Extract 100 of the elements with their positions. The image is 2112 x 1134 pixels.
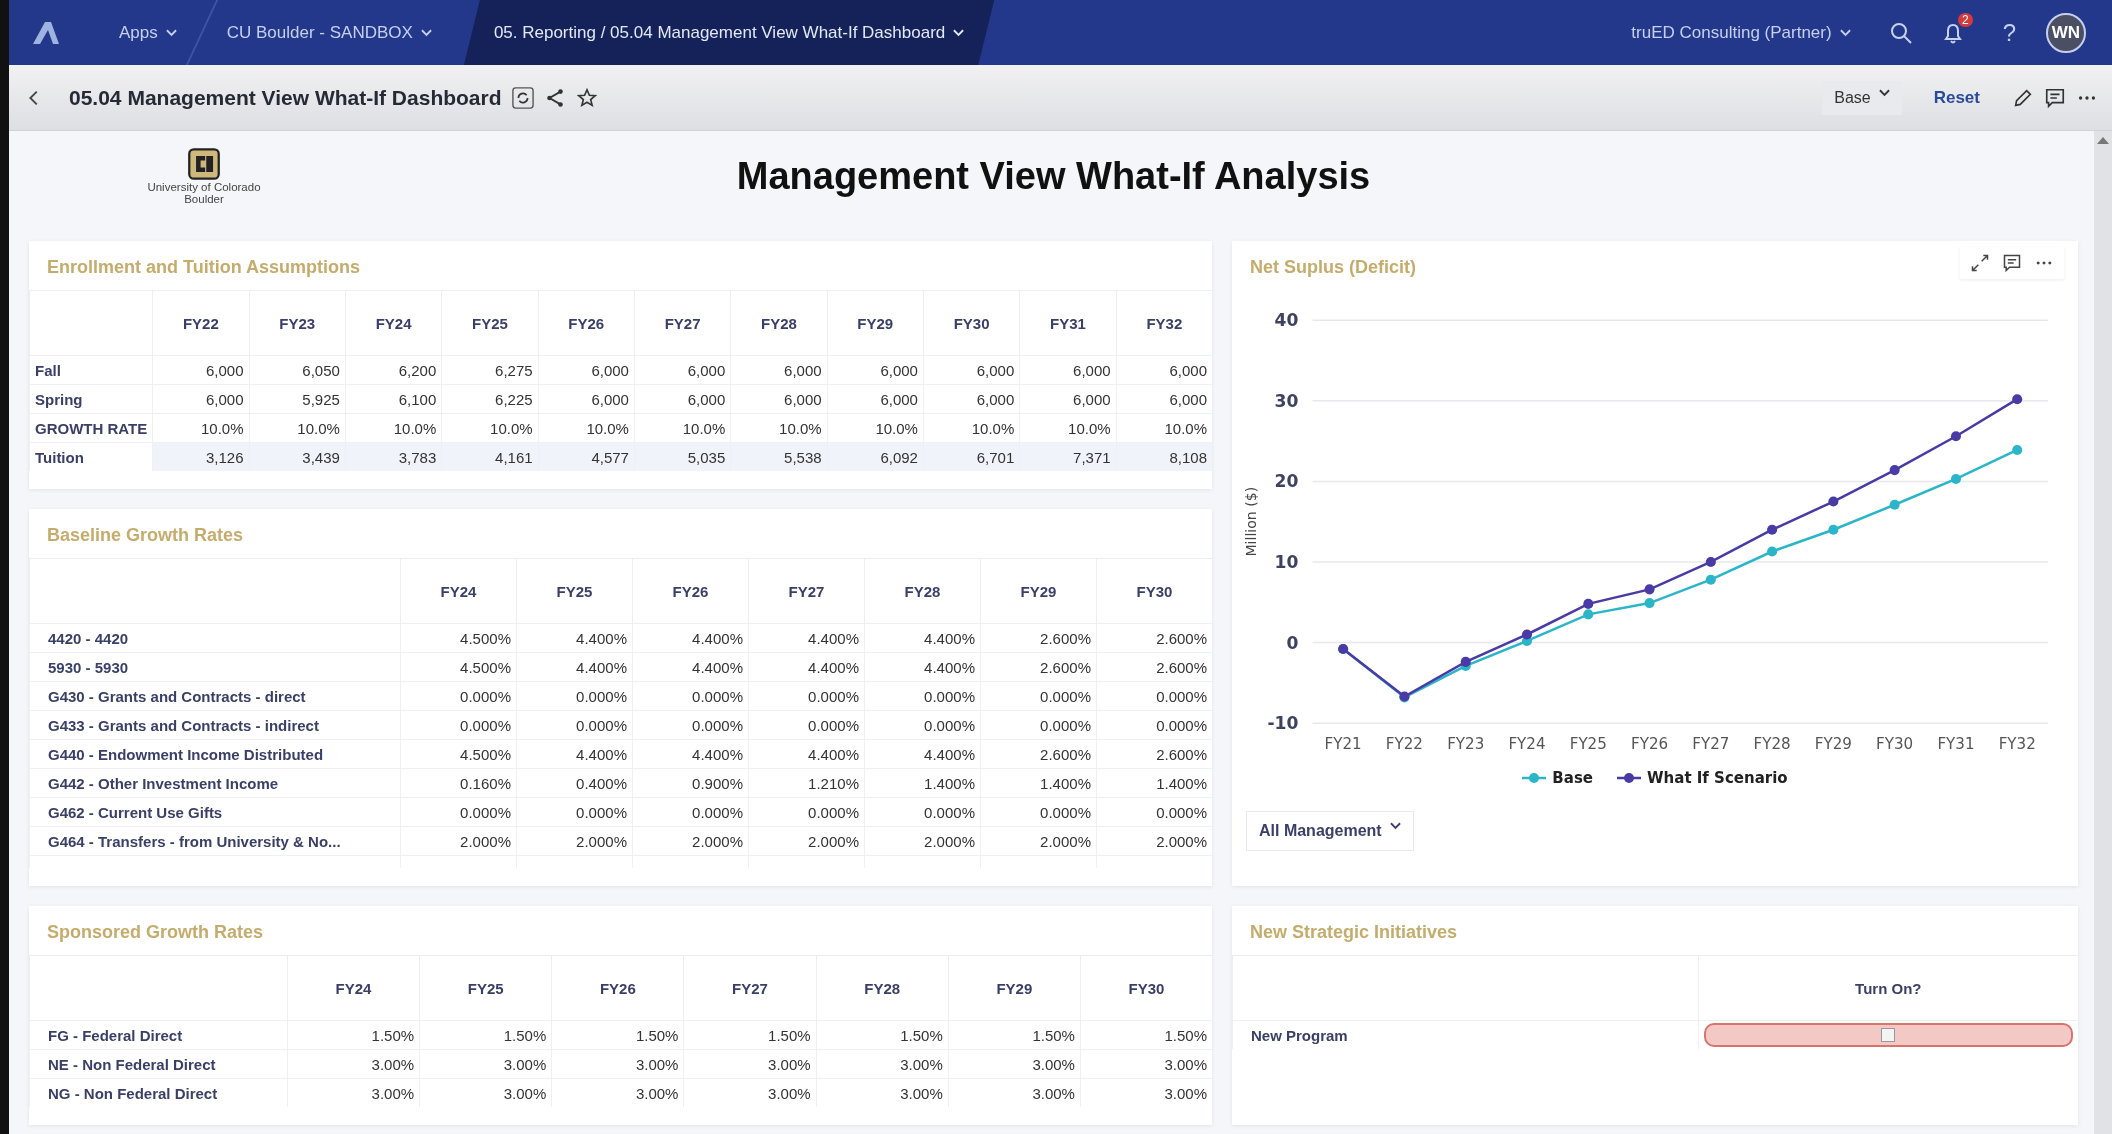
table-cell: 3.00% xyxy=(816,1078,949,1107)
comment-icon[interactable] xyxy=(2044,86,2066,109)
table-cell: 3.00% xyxy=(1080,1049,1212,1079)
column-header: FY28 xyxy=(864,558,981,624)
table-cell: 0.000% xyxy=(400,710,517,740)
scrollbar[interactable] xyxy=(2094,131,2112,1134)
table-cell: 0.000% xyxy=(632,681,749,711)
table-cell: 4,577 xyxy=(538,442,635,471)
column-header: FY24 xyxy=(287,955,420,1021)
row-label: Spring xyxy=(29,384,153,414)
row-label: G464 - Transfers - from University & No... xyxy=(29,826,401,856)
column-header: FY27 xyxy=(634,290,731,356)
table-cell: 4.400% xyxy=(864,623,981,653)
page-title: Management View What-If Analysis xyxy=(736,154,1371,198)
caret-icon xyxy=(420,28,432,37)
table-cell: 3.00% xyxy=(287,1078,420,1107)
card-title: Sponsored Growth Rates xyxy=(46,921,265,944)
logo-icon[interactable] xyxy=(31,19,61,46)
column-header: FY31 xyxy=(1019,290,1117,356)
y-tick-label: -10 xyxy=(1267,713,1299,734)
column-header: FY26 xyxy=(538,290,635,356)
management-dropdown[interactable]: All Management xyxy=(1246,811,1414,852)
table-cell: 2.600% xyxy=(980,623,1097,653)
x-tick-label: FY30 xyxy=(1876,735,1914,754)
expand-icon[interactable] xyxy=(1970,253,1990,273)
column-header: FY25 xyxy=(516,558,633,624)
x-tick-label: FY32 xyxy=(1998,735,2036,754)
data-point xyxy=(1644,584,1655,595)
table-cell: 6,225 xyxy=(441,384,539,414)
column-header: Turn On? xyxy=(1698,955,2078,1021)
table-cell: 3.00% xyxy=(419,1078,552,1107)
table-cell: 3,783 xyxy=(345,442,442,471)
breadcrumb-menu[interactable]: 05. Reporting / 05.04 Management View What-If Dashboard xyxy=(463,0,995,65)
caret-icon xyxy=(165,28,177,37)
table-cell: 1.210% xyxy=(748,768,865,798)
table-cell: 4.400% xyxy=(864,739,981,769)
y-tick-label: 30 xyxy=(1274,390,1299,411)
data-point xyxy=(2012,444,2023,455)
column-header: FY28 xyxy=(816,955,949,1021)
dashboard-title: 05.04 Management View What-If Dashboard xyxy=(69,85,502,110)
row-label: G462 - Current Use Gifts xyxy=(29,797,401,827)
search-icon[interactable] xyxy=(1888,20,1913,45)
table-cell: 6,000 xyxy=(1019,384,1117,414)
table-cell: 4.400% xyxy=(516,652,633,682)
x-tick-label: FY24 xyxy=(1508,735,1546,754)
caret-icon xyxy=(1839,28,1851,37)
column-header: FY22 xyxy=(152,290,250,356)
comment-icon[interactable] xyxy=(2002,253,2022,273)
table-cell: 3.00% xyxy=(948,1049,1081,1079)
user-avatar[interactable]: WN xyxy=(2046,12,2086,53)
data-point xyxy=(1705,574,1716,585)
table-cell: 0.000% xyxy=(1096,681,1212,711)
star-icon[interactable] xyxy=(575,86,598,109)
x-tick-label: FY21 xyxy=(1324,735,1362,754)
table-cell: 6,275 xyxy=(441,355,539,385)
table-cell: 2.600% xyxy=(1096,652,1212,682)
caret-icon xyxy=(1878,88,1890,97)
table-cell: 0.000% xyxy=(864,681,981,711)
table-cell: 5,925 xyxy=(249,384,346,414)
table-cell: 6,000 xyxy=(1116,384,1212,414)
refresh-icon[interactable] xyxy=(511,86,534,109)
table-cell: 4.400% xyxy=(748,623,865,653)
card-title: Net Suplus (Deficit) xyxy=(1249,256,1417,279)
column-header: FY30 xyxy=(1080,955,1212,1021)
table-cell: 0.000% xyxy=(864,710,981,740)
card-title: New Strategic Initiatives xyxy=(1249,921,1459,944)
reset-link[interactable]: Reset xyxy=(1933,87,1980,108)
table-cell: 6,092 xyxy=(827,442,924,471)
table-cell: 0.000% xyxy=(980,797,1097,827)
column-header: FY27 xyxy=(683,955,817,1021)
table-cell: 6,000 xyxy=(1116,355,1212,385)
table-cell: 4.400% xyxy=(632,623,749,653)
workspace-menu[interactable]: CU Boulder - SANDBOX xyxy=(202,0,456,65)
table-cell: 1.50% xyxy=(683,1020,817,1050)
table-cell: 6,000 xyxy=(538,355,635,385)
table-cell: 2.600% xyxy=(1096,739,1212,769)
table-cell: 4.400% xyxy=(516,623,633,653)
help-button[interactable]: ? xyxy=(1996,17,2022,48)
table-cell: 1.50% xyxy=(948,1020,1081,1050)
table-cell: 1.50% xyxy=(816,1020,949,1050)
table-cell: 0.000% xyxy=(516,681,633,711)
y-tick-label: 0 xyxy=(1286,632,1299,653)
table-cell: 0.160% xyxy=(400,768,517,798)
table-cell: 5,538 xyxy=(730,442,828,471)
row-label: NE - Non Federal Direct xyxy=(29,1049,288,1079)
partner-menu[interactable]: truED Consulting (Partner) xyxy=(1607,0,1875,65)
row-label: Fall xyxy=(29,355,153,385)
data-point xyxy=(1889,465,1900,476)
legend-label: Base xyxy=(1552,769,1594,788)
row-label: New Program xyxy=(1232,1020,1699,1049)
checkbox-field[interactable] xyxy=(1703,1023,2073,1047)
table-cell: 4.400% xyxy=(632,739,749,769)
table-cell: 4.400% xyxy=(748,739,865,769)
row-label: 4420 - 4420 xyxy=(29,623,401,653)
data-point xyxy=(1583,598,1594,609)
table-cell: 3.00% xyxy=(1080,1078,1212,1107)
column-header: FY28 xyxy=(730,290,828,356)
table-cell: 3.00% xyxy=(948,1078,1081,1107)
data-point xyxy=(1950,431,1961,442)
y-tick-label: 10 xyxy=(1274,552,1299,572)
